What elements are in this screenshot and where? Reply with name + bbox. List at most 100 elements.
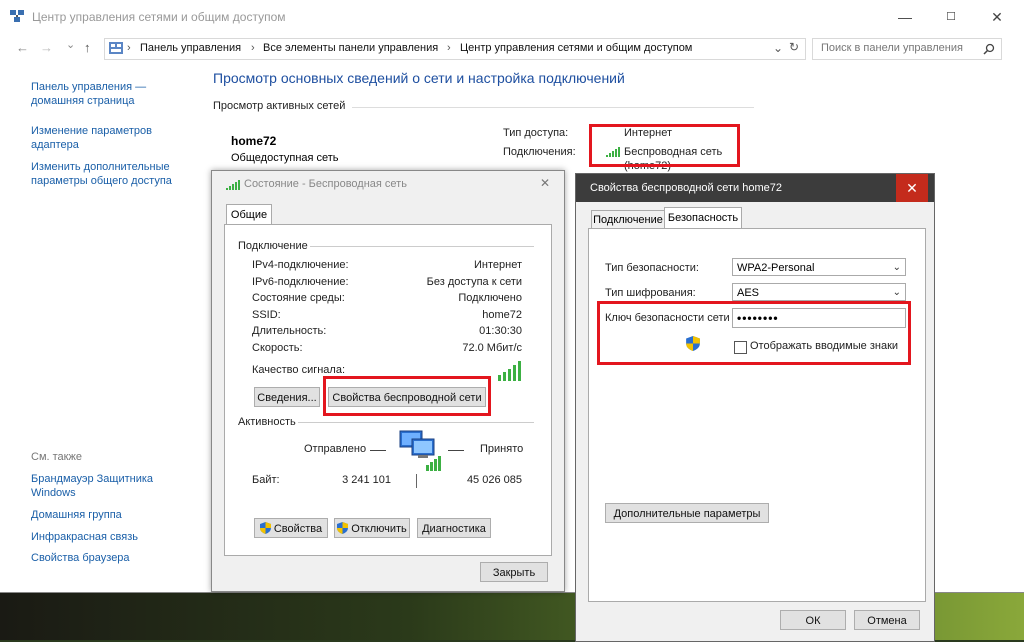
address-bar[interactable]: › Панель управления › Все элементы панел…: [104, 38, 806, 60]
forward-icon[interactable]: →: [40, 40, 53, 55]
up-icon[interactable]: ↑: [84, 40, 91, 55]
breadcrumb-separator: ›: [251, 42, 255, 54]
duration-label: Длительность:: [252, 325, 327, 337]
network-name: home72: [231, 134, 277, 148]
wireless-properties-dialog: Свойства беспроводной сети home72 ✕ Подк…: [575, 173, 935, 642]
breadcrumb-all-items[interactable]: Все элементы панели управления: [263, 42, 438, 54]
disable-button[interactable]: Отключить: [334, 518, 410, 538]
received-label: Принято: [480, 443, 524, 455]
active-networks-heading: Просмотр активных сетей: [213, 100, 346, 112]
breadcrumb-control-panel[interactable]: Панель управления: [140, 42, 241, 54]
maximize-button[interactable]: ☐: [928, 0, 974, 34]
chevron-down-icon: ⌄: [892, 262, 901, 273]
media-state-value: Подключено: [458, 292, 522, 304]
highlight-connection: [589, 124, 740, 167]
bytes-received-value: 45 026 085: [466, 474, 522, 486]
security-type-select[interactable]: WPA2-Personal ⌄: [732, 258, 906, 276]
bytes-label: Байт:: [252, 474, 280, 486]
disable-button-label: Отключить: [351, 523, 407, 535]
cancel-button[interactable]: Отмена: [854, 610, 920, 630]
control-panel-icon: [109, 42, 123, 54]
close-icon[interactable]: ✕: [896, 174, 928, 202]
network-center-icon: [10, 10, 24, 22]
refresh-icon[interactable]: ↻: [789, 40, 799, 54]
ssid-value: home72: [482, 309, 522, 321]
speed-label: Скорость:: [252, 342, 303, 354]
search-input[interactable]: Поиск в панели управления: [812, 38, 1002, 60]
sidebar-firewall-link[interactable]: Брандмауэр Защитника Windows: [31, 472, 153, 500]
breadcrumb-separator: ›: [127, 42, 131, 54]
wireless-status-dialog: Состояние - Беспроводная сеть ✕ Общие По…: [211, 170, 565, 592]
sidebar-browser-link[interactable]: Свойства браузера: [31, 551, 130, 565]
sidebar-adapter-link[interactable]: Изменение параметров адаптера: [31, 124, 152, 152]
see-also-heading: См. также: [31, 451, 82, 463]
bytes-sent-value: 3 241 101: [342, 474, 391, 486]
breadcrumb-network-center[interactable]: Центр управления сетями и общим доступом: [460, 42, 692, 54]
tab-general[interactable]: Общие: [226, 204, 272, 225]
network-type: Общедоступная сеть: [231, 152, 339, 164]
signal-quality-label: Качество сигнала:: [252, 364, 346, 376]
wireless-dialog-titlebar: Свойства беспроводной сети home72 ✕: [576, 174, 934, 202]
sidebar-home-line-2: домашняя страница: [31, 95, 135, 107]
divider: [370, 450, 386, 451]
sidebar-home-line-1: Панель управления —: [31, 81, 147, 93]
computers-network-icon: [399, 430, 441, 471]
ipv4-value: Интернет: [474, 259, 522, 271]
wireless-dialog-title: Свойства беспроводной сети home72: [590, 182, 782, 194]
properties-button[interactable]: Свойства: [254, 518, 328, 538]
ipv6-value: Без доступа к сети: [426, 276, 522, 288]
connections-label: Подключения:: [503, 146, 576, 158]
encryption-type-value: AES: [737, 287, 760, 299]
ok-button[interactable]: ОК: [780, 610, 846, 630]
sidebar-sharing-link[interactable]: Изменить дополнительные параметры общего…: [31, 160, 172, 188]
encryption-type-label: Тип шифрования:: [605, 287, 696, 299]
status-dialog-titlebar: Состояние - Беспроводная сеть ✕: [212, 171, 564, 197]
diagnose-button[interactable]: Диагностика: [417, 518, 491, 538]
status-dialog-title: Состояние - Беспроводная сеть: [244, 178, 407, 190]
tab-connection[interactable]: Подключение: [591, 210, 665, 229]
signal-bars-icon: [498, 361, 521, 381]
tab-security[interactable]: Безопасность: [664, 207, 742, 228]
sidebar-home-link[interactable]: Панель управления — домашняя страница: [31, 80, 146, 108]
sidebar-homegroup-link[interactable]: Домашняя группа: [31, 508, 122, 522]
back-icon[interactable]: ←: [16, 40, 29, 55]
divider: [298, 422, 534, 423]
close-dialog-button[interactable]: Закрыть: [480, 562, 548, 582]
recent-dropdown-icon[interactable]: ⌄: [66, 38, 75, 51]
chevron-down-icon[interactable]: ⌄: [773, 41, 783, 55]
encryption-type-select[interactable]: AES ⌄: [732, 283, 906, 301]
divider: [448, 450, 464, 451]
sidebar-adapter-line-2: адаптера: [31, 139, 79, 151]
speed-value: 72.0 Мбит/с: [462, 342, 522, 354]
ipv4-label: IPv4-подключение:: [252, 259, 349, 271]
sidebar-infrared-link[interactable]: Инфракрасная связь: [31, 530, 138, 544]
close-icon[interactable]: ✕: [540, 176, 550, 190]
sidebar-sharing-line-2: параметры общего доступа: [31, 175, 172, 187]
search-placeholder: Поиск в панели управления: [821, 42, 963, 54]
access-type-label: Тип доступа:: [503, 127, 569, 139]
divider: [310, 246, 534, 247]
highlight-security-key: [597, 301, 911, 365]
security-type-value: WPA2-Personal: [737, 262, 815, 274]
search-icon[interactable]: [983, 43, 995, 55]
details-button[interactable]: Сведения...: [254, 387, 320, 407]
connection-group-label: Подключение: [238, 240, 308, 252]
sent-label: Отправлено: [304, 443, 367, 455]
duration-value: 01:30:30: [479, 325, 522, 337]
page-title: Просмотр основных сведений о сети и наст…: [213, 70, 625, 86]
ssid-label: SSID:: [252, 309, 281, 321]
uac-shield-icon: [259, 522, 271, 534]
activity-group-label: Активность: [238, 416, 296, 428]
close-button[interactable]: ✕: [974, 0, 1020, 34]
sidebar-firewall-line-1: Брандмауэр Защитника: [31, 473, 154, 485]
sidebar-sharing-line-1: Изменить дополнительные: [31, 161, 170, 173]
minimize-button[interactable]: —: [882, 0, 928, 34]
uac-shield-icon: [337, 522, 349, 534]
properties-button-label: Свойства: [273, 523, 323, 535]
sidebar-adapter-line-1: Изменение параметров: [31, 125, 152, 137]
highlight-wireless-properties: [323, 376, 491, 416]
advanced-settings-button[interactable]: Дополнительные параметры: [605, 503, 769, 523]
divider: [416, 474, 417, 488]
title-bar: Центр управления сетями и общим доступом…: [0, 0, 1024, 34]
breadcrumb-separator: ›: [447, 42, 451, 54]
